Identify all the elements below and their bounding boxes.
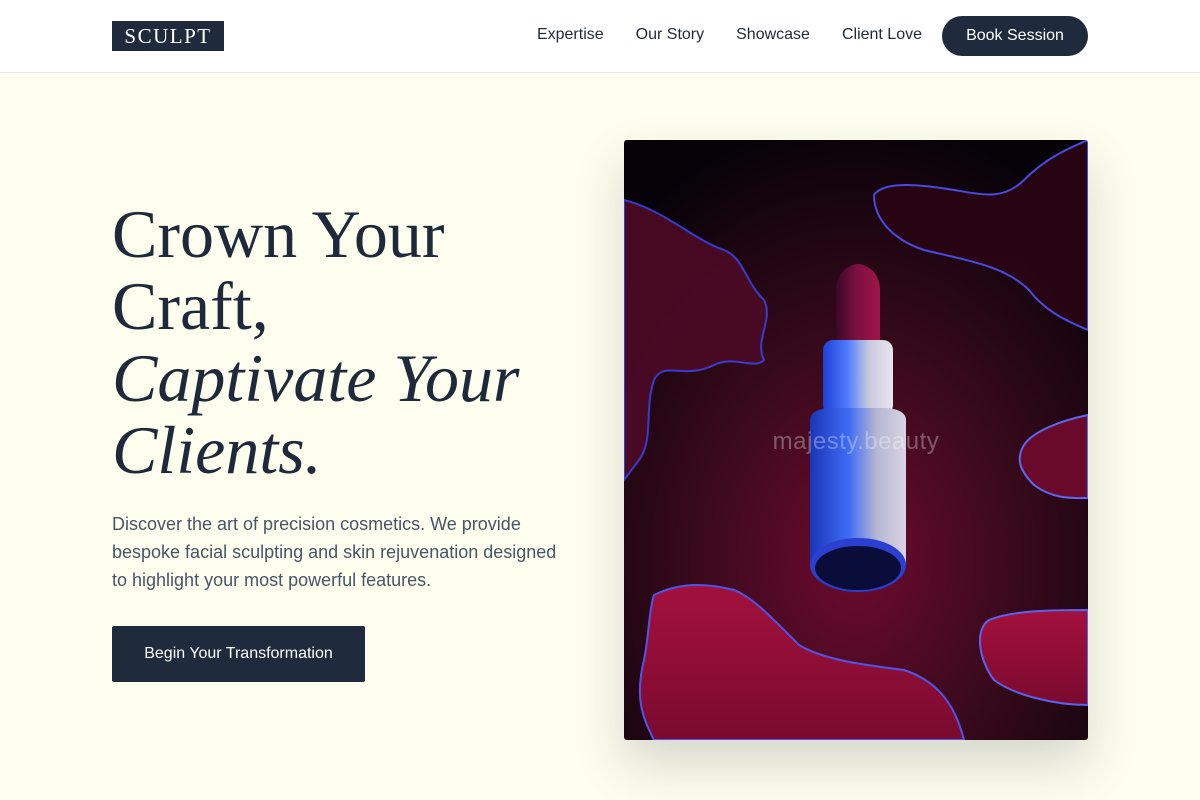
hero-title-line-3: Captivate Your — [112, 340, 520, 416]
book-session-button[interactable]: Book Session — [942, 16, 1088, 56]
nav-link-expertise[interactable]: Expertise — [537, 24, 604, 46]
hero-description: Discover the art of precision cosmetics.… — [112, 514, 557, 590]
lipstick-base-opening — [815, 546, 901, 590]
hero-title-line-1: Crown Your — [112, 196, 445, 272]
begin-transformation-button[interactable]: Begin Your Transformation — [112, 626, 365, 682]
hero-title: Crown Your Craft, Captivate Your Clients… — [112, 198, 592, 486]
nav-link-showcase[interactable]: Showcase — [736, 24, 810, 46]
hero-title-line-4: Clients. — [112, 412, 322, 488]
lipstick-cap-upper — [823, 340, 893, 415]
top-navigation: SCULPT Expertise Our Story Showcase Clie… — [0, 0, 1200, 73]
nav-link-our-story[interactable]: Our Story — [636, 24, 704, 46]
image-watermark: majesty.beauty — [772, 428, 940, 455]
logo[interactable]: SCULPT — [112, 21, 224, 51]
hero-lipstick-image: majesty.beauty — [624, 140, 1088, 740]
nav-links: Expertise Our Story Showcase Client Love — [537, 24, 922, 46]
nav-link-client-love[interactable]: Client Love — [842, 24, 922, 46]
hero-title-line-2: Craft, — [112, 268, 269, 344]
